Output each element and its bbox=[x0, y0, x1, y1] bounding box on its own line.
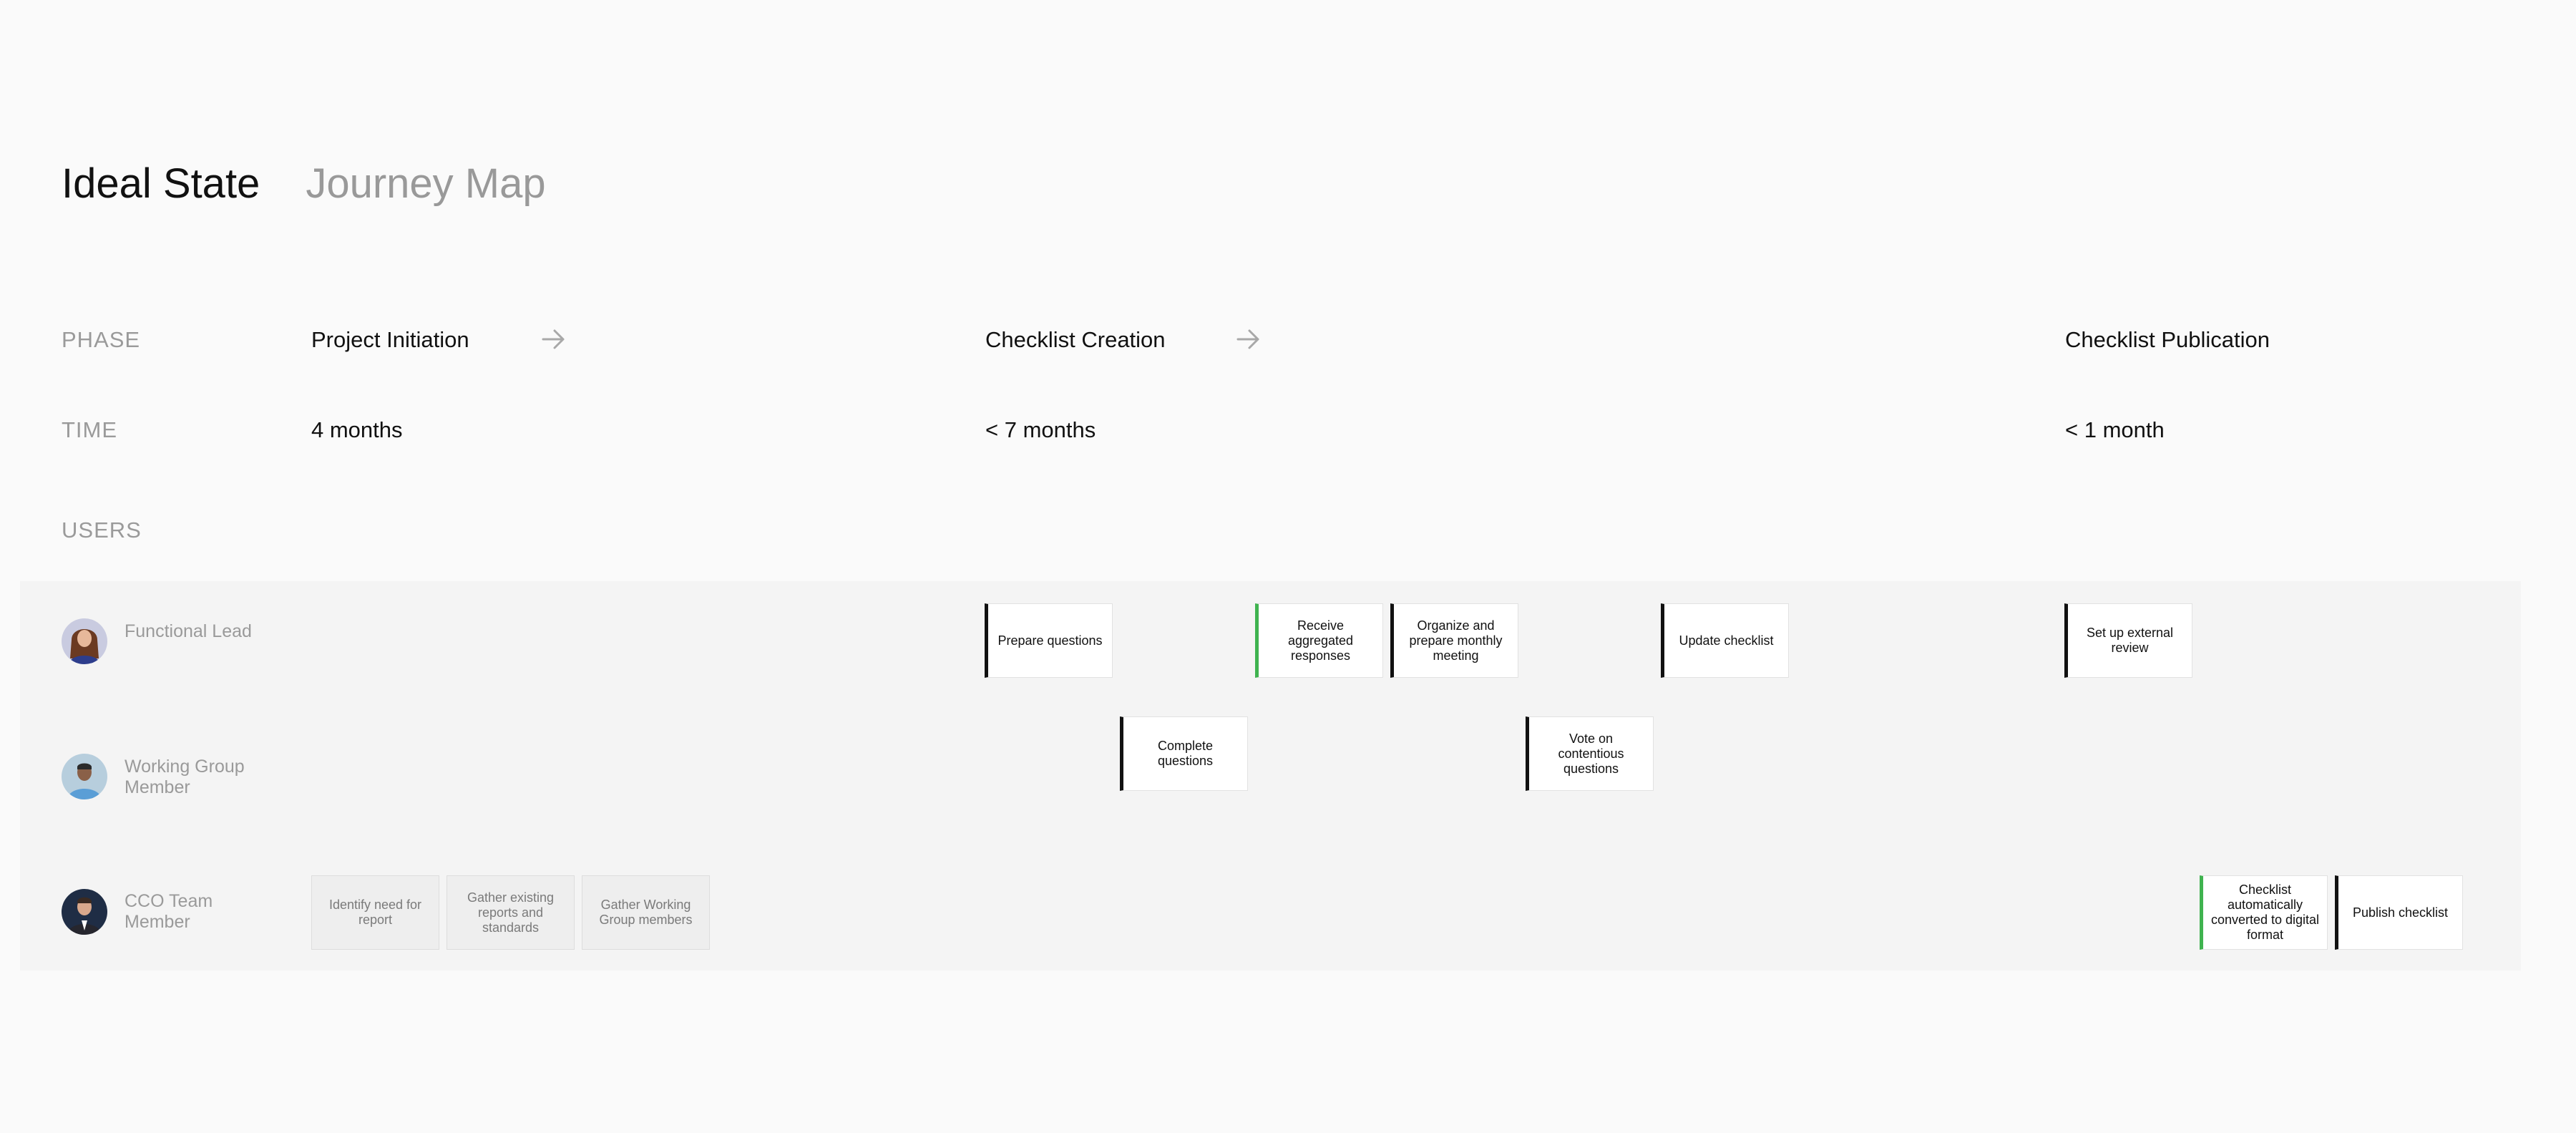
phase-checklist-publication: Checklist Publication bbox=[2065, 327, 2270, 352]
arrow-right-icon bbox=[1236, 329, 1259, 349]
phase-project-initiation: Project Initiation bbox=[311, 327, 469, 352]
user-name-cco-team-member: CCO Team Member bbox=[125, 891, 213, 932]
users-row-label: USERS bbox=[62, 517, 142, 543]
journey-map-page: Ideal State Journey Map PHASE TIME USERS … bbox=[0, 0, 2576, 1133]
time-project-initiation: 4 months bbox=[311, 417, 403, 442]
time-checklist-creation: < 7 months bbox=[985, 417, 1096, 442]
step-card-gather-working-group-members[interactable]: Gather Working Group members bbox=[582, 875, 710, 950]
time-checklist-publication: < 1 month bbox=[2065, 417, 2165, 442]
step-card-prepare-questions[interactable]: Prepare questions bbox=[985, 603, 1113, 678]
avatar-working-group-member bbox=[62, 754, 107, 799]
step-card-receive-aggregated-responses[interactable]: Receive aggregated responses bbox=[1255, 603, 1383, 678]
step-card-set-up-external-review[interactable]: Set up external review bbox=[2064, 603, 2192, 678]
step-card-complete-questions[interactable]: Complete questions bbox=[1120, 716, 1248, 791]
page-title: Ideal State Journey Map bbox=[62, 159, 546, 209]
title-secondary: Journey Map bbox=[306, 160, 546, 207]
arrow-right-icon bbox=[542, 329, 565, 349]
phase-row-label: PHASE bbox=[62, 327, 141, 352]
user-name-functional-lead: Functional Lead bbox=[125, 621, 252, 641]
step-card-organize-monthly-meeting[interactable]: Organize and prepare monthly meeting bbox=[1390, 603, 1518, 678]
step-card-checklist-converted-digital[interactable]: Checklist automatically converted to dig… bbox=[2200, 875, 2328, 950]
step-card-publish-checklist[interactable]: Publish checklist bbox=[2335, 875, 2463, 950]
step-card-vote-contentious-questions[interactable]: Vote on contentious questions bbox=[1526, 716, 1654, 791]
user-name-working-group-member: Working Group Member bbox=[125, 757, 245, 797]
phase-checklist-creation: Checklist Creation bbox=[985, 327, 1166, 352]
step-card-update-checklist[interactable]: Update checklist bbox=[1661, 603, 1789, 678]
title-primary: Ideal State bbox=[62, 160, 260, 207]
avatar-functional-lead bbox=[62, 618, 107, 664]
step-card-identify-need-for-report[interactable]: Identify need for report bbox=[311, 875, 439, 950]
avatar-cco-team-member bbox=[62, 889, 107, 935]
time-row-label: TIME bbox=[62, 417, 118, 442]
step-card-gather-existing-reports[interactable]: Gather existing reports and standards bbox=[447, 875, 575, 950]
